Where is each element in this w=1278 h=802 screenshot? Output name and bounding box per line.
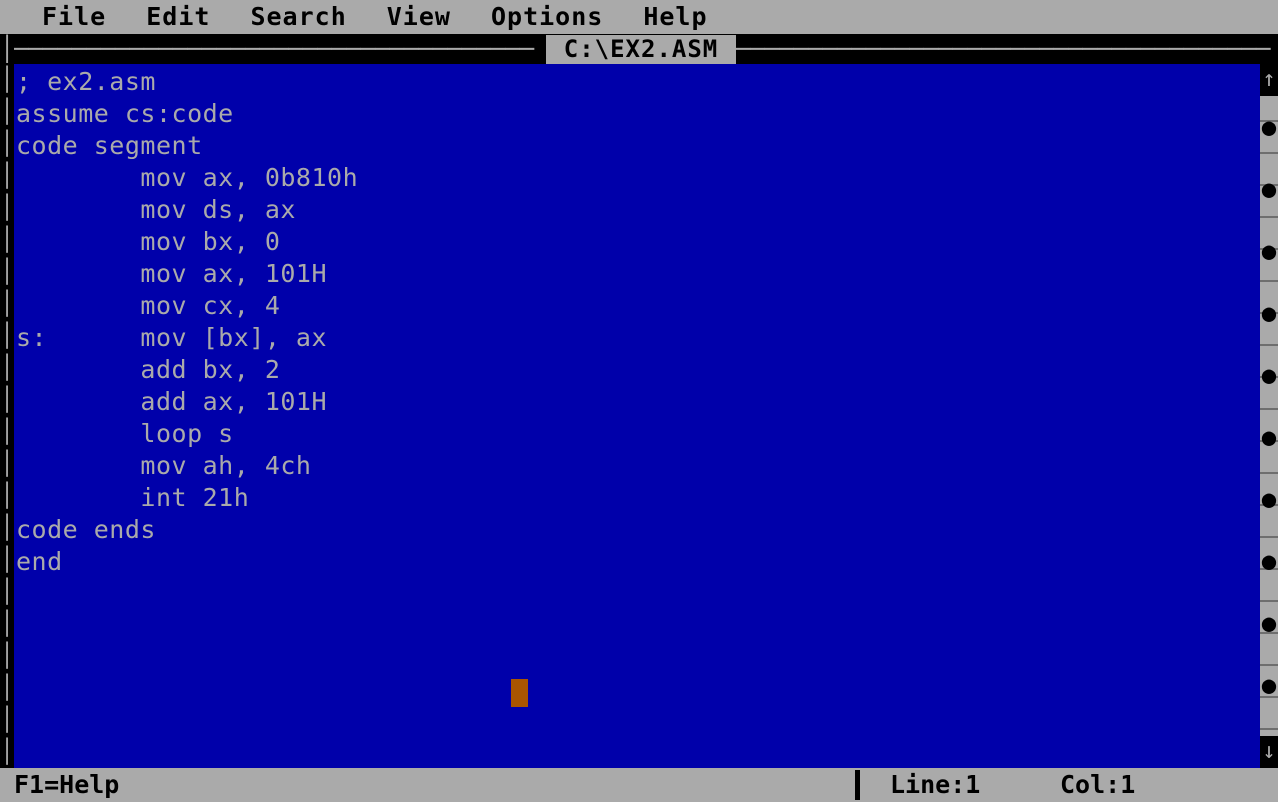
status-bar-separator bbox=[855, 770, 860, 800]
menu-item-options[interactable]: Options bbox=[491, 0, 603, 34]
status-column-number: Col:1 bbox=[1060, 770, 1136, 799]
status-help-hint[interactable]: F1=Help bbox=[14, 768, 119, 802]
window-title: C:\EX2.ASM bbox=[546, 35, 736, 64]
scrollbar-track-dots: ● ● ● ● ● ● ● ● ● ● bbox=[1261, 113, 1277, 699]
source-code-text: ; ex2.asm assume cs:code code segment mo… bbox=[16, 67, 359, 576]
window-left-border: │ │ │ │ │ │ │ │ │ │ │ │ │ │ │ │ │ │ │ │ … bbox=[0, 64, 14, 768]
window-border-dash-left: ──────────────────────────────────── bbox=[14, 35, 535, 63]
window-title-bar: │ ──────────────────────────────────── C… bbox=[0, 34, 1278, 64]
menu-bar: File Edit Search View Options Help bbox=[0, 0, 1278, 34]
scroll-down-arrow-icon[interactable]: ↓ bbox=[1260, 736, 1278, 768]
document-window: │ ──────────────────────────────────── C… bbox=[0, 34, 1278, 768]
menu-item-edit[interactable]: Edit bbox=[146, 0, 210, 34]
dos-text-editor-window: File Edit Search View Options Help │ ───… bbox=[0, 0, 1278, 802]
menu-item-search[interactable]: Search bbox=[250, 0, 346, 34]
status-line-number: Line:1 bbox=[890, 770, 981, 799]
text-cursor bbox=[511, 679, 528, 707]
scrollbar-track[interactable]: ● ● ● ● ● ● ● ● ● ● bbox=[1260, 96, 1278, 736]
menu-item-file[interactable]: File bbox=[42, 0, 106, 34]
status-bar: F1=Help Line:1 Col:1 bbox=[0, 768, 1278, 802]
menu-item-help[interactable]: Help bbox=[643, 0, 707, 34]
menu-item-view[interactable]: View bbox=[387, 0, 451, 34]
window-border-dash-right: ───────────────────────────────────── bbox=[736, 35, 1271, 63]
scroll-up-arrow-icon[interactable]: ↑ bbox=[1260, 64, 1278, 96]
editor-text-area[interactable]: ; ex2.asm assume cs:code code segment mo… bbox=[14, 64, 1260, 768]
window-border-corner-glyph: │ bbox=[0, 35, 15, 63]
vertical-scrollbar[interactable]: ↑ ● ● ● ● ● ● ● ● ● ● ↓ bbox=[1260, 64, 1278, 768]
